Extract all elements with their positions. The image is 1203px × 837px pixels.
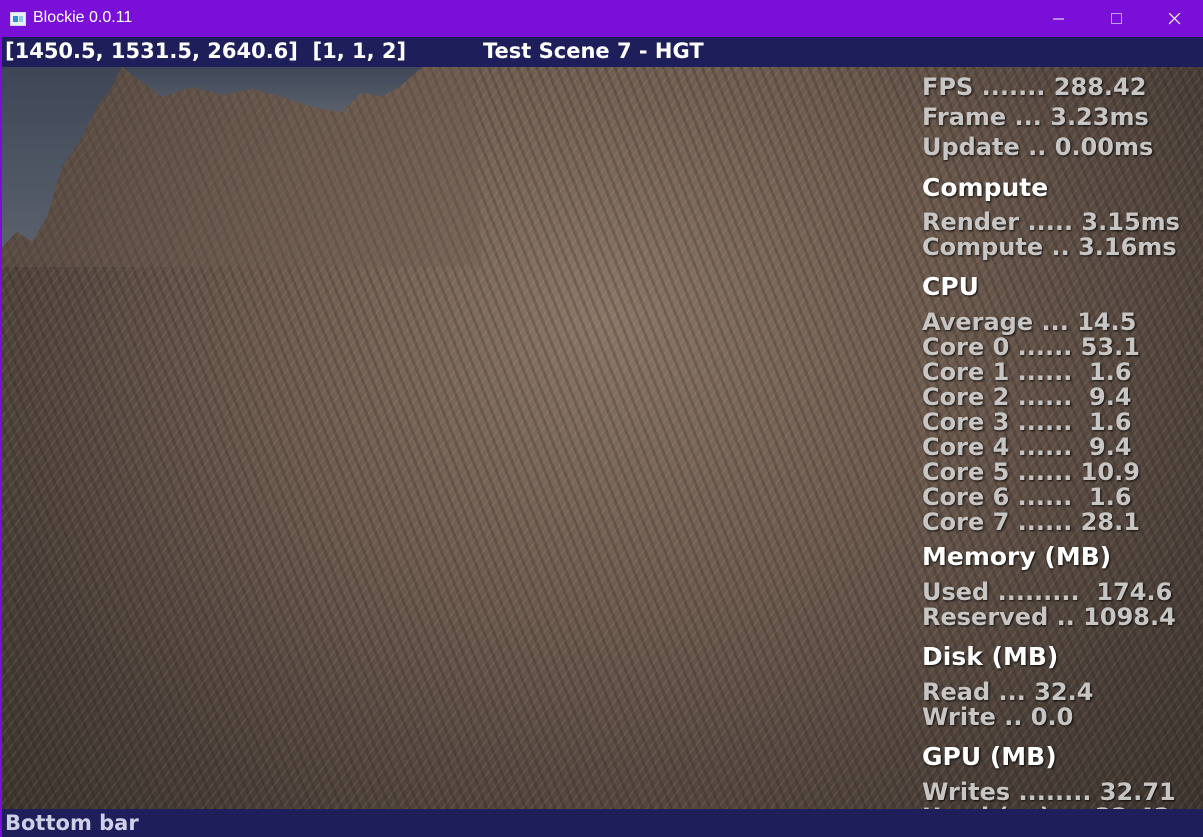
gpu-header: GPU (MB) bbox=[922, 742, 1057, 771]
cpu-core-stat: Core 4 ...... 9.4 bbox=[922, 433, 1132, 461]
bottom-bar: Bottom bar bbox=[2, 809, 1203, 837]
disk-header: Disk (MB) bbox=[922, 642, 1059, 671]
memory-used-stat: Used ......... 174.6 bbox=[922, 578, 1173, 606]
cpu-core-stat: Core 3 ...... 1.6 bbox=[922, 408, 1132, 436]
cpu-average-stat: Average ... 14.5 bbox=[922, 308, 1137, 336]
app-window: Blockie 0.0.11 [1450.5, 1531.5, 2640.6] … bbox=[0, 0, 1203, 837]
minimize-button[interactable] bbox=[1030, 1, 1088, 37]
disk-read-stat: Read ... 32.4 bbox=[922, 678, 1094, 706]
update-stat: Update .. 0.00ms bbox=[922, 133, 1154, 161]
title-bar[interactable]: Blockie 0.0.11 bbox=[1, 1, 1203, 37]
fps-stat: FPS ....... 288.42 bbox=[922, 73, 1147, 101]
close-icon bbox=[1169, 13, 1181, 25]
cpu-core-stat: Core 2 ...... 9.4 bbox=[922, 383, 1132, 411]
memory-reserved-stat: Reserved .. 1098.4 bbox=[922, 603, 1176, 631]
stats-overlay: FPS ....... 288.42 Frame ... 3.23ms Upda… bbox=[922, 37, 1203, 837]
close-button[interactable] bbox=[1146, 1, 1203, 37]
cpu-core-stat: Core 1 ...... 1.6 bbox=[922, 358, 1132, 386]
scene-title: Test Scene 7 - HGT bbox=[483, 39, 704, 63]
render-stat: Render ..... 3.15ms bbox=[922, 208, 1180, 236]
maximize-button[interactable] bbox=[1088, 1, 1146, 37]
cpu-core-stat: Core 7 ...... 28.1 bbox=[922, 508, 1140, 536]
cpu-core-stat: Core 5 ...... 10.9 bbox=[922, 458, 1140, 486]
camera-coordinates: [1450.5, 1531.5, 2640.6] [1, 1, 2] bbox=[5, 39, 407, 63]
compute-header: Compute bbox=[922, 173, 1049, 202]
cpu-core-stat: Core 0 ...... 53.1 bbox=[922, 333, 1140, 361]
maximize-icon bbox=[1111, 13, 1122, 24]
render-viewport[interactable]: [1450.5, 1531.5, 2640.6] [1, 1, 2] Test … bbox=[2, 37, 1203, 837]
memory-header: Memory (MB) bbox=[922, 542, 1112, 571]
compute-stat: Compute .. 3.16ms bbox=[922, 233, 1177, 261]
app-icon bbox=[10, 12, 26, 26]
gpu-writes-stat: Writes ........ 32.71 bbox=[922, 778, 1176, 806]
bottom-bar-label: Bottom bar bbox=[5, 811, 139, 835]
cpu-header: CPU bbox=[922, 272, 979, 301]
minimize-icon bbox=[1053, 18, 1064, 20]
window-title: Blockie 0.0.11 bbox=[33, 9, 133, 26]
cpu-core-stat: Core 6 ...... 1.6 bbox=[922, 483, 1132, 511]
disk-write-stat: Write .. 0.0 bbox=[922, 703, 1074, 731]
frame-stat: Frame ... 3.23ms bbox=[922, 103, 1149, 131]
